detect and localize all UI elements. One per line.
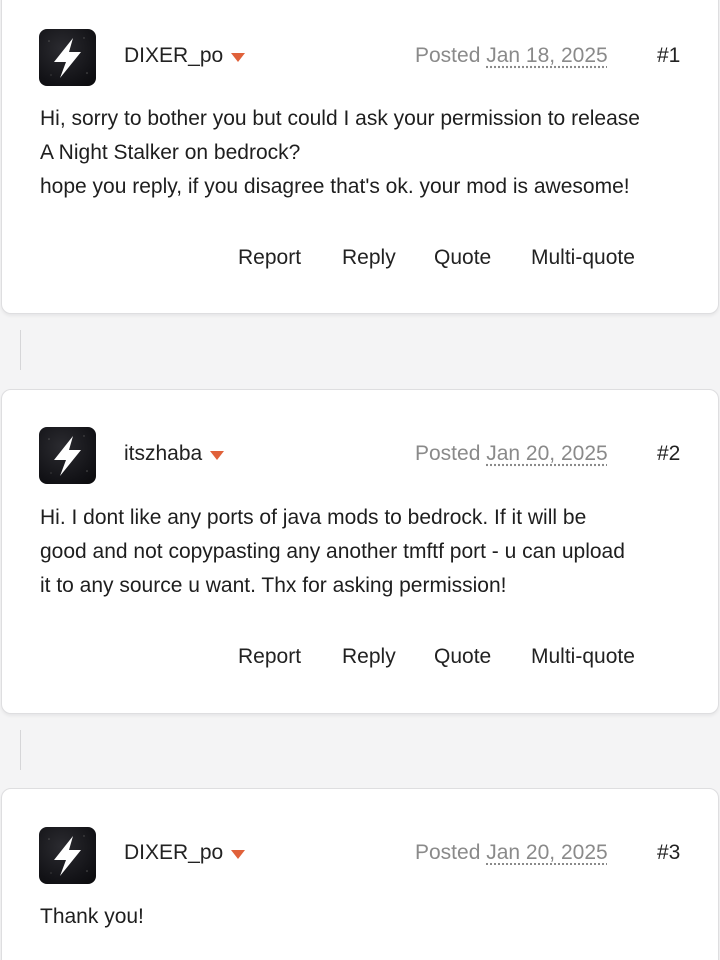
content-line: hope you reply, if you disagree that's o… bbox=[40, 175, 630, 198]
thread-connector bbox=[20, 730, 21, 770]
lightning-bolt-icon bbox=[48, 835, 88, 876]
content-line: Hi. I dont like any ports of java mods t… bbox=[40, 506, 587, 529]
content-line: it to any source u want. Thx for asking … bbox=[40, 574, 507, 597]
content-line: Thank you! bbox=[40, 905, 144, 928]
post-actions: Report Reply Quote Multi-quote bbox=[238, 645, 635, 669]
avatar[interactable] bbox=[39, 427, 96, 484]
post-date: Posted Jan 18, 2025 bbox=[415, 44, 608, 67]
post-number[interactable]: #1 bbox=[657, 44, 680, 68]
post-date: Posted Jan 20, 2025 bbox=[415, 442, 608, 465]
comment-post-1: DIXER_po Posted Jan 18, 2025 #1 Hi, sorr… bbox=[1, 0, 719, 314]
thread-connector bbox=[20, 330, 21, 370]
multi-quote-button[interactable]: Multi-quote bbox=[531, 246, 635, 270]
avatar[interactable] bbox=[39, 827, 96, 884]
lightning-bolt-icon bbox=[48, 435, 88, 476]
chevron-down-icon[interactable] bbox=[231, 52, 246, 62]
author-name[interactable]: itszhaba bbox=[124, 442, 225, 466]
post-number[interactable]: #3 bbox=[657, 841, 680, 865]
quote-button[interactable]: Quote bbox=[434, 645, 531, 669]
chevron-down-icon[interactable] bbox=[231, 849, 246, 859]
reply-button[interactable]: Reply bbox=[342, 645, 434, 669]
post-date: Posted Jan 20, 2025 bbox=[415, 841, 608, 864]
avatar[interactable] bbox=[39, 29, 96, 86]
author-name[interactable]: DIXER_po bbox=[124, 841, 246, 865]
comment-thread: DIXER_po Posted Jan 18, 2025 #1 Hi, sorr… bbox=[0, 0, 720, 960]
comment-post-3: DIXER_po Posted Jan 20, 2025 #3 Thank yo… bbox=[1, 788, 719, 960]
chevron-down-icon[interactable] bbox=[210, 450, 225, 460]
content-line: A Night Stalker on bedrock? bbox=[40, 141, 301, 164]
reply-button[interactable]: Reply bbox=[342, 246, 434, 270]
multi-quote-button[interactable]: Multi-quote bbox=[531, 645, 635, 669]
post-date-link[interactable]: Jan 18, 2025 bbox=[486, 44, 607, 67]
post-content: Thank you! bbox=[40, 900, 700, 934]
lightning-bolt-icon bbox=[48, 37, 88, 78]
post-actions: Report Reply Quote Multi-quote bbox=[238, 246, 635, 270]
post-content: Hi, sorry to bother you but could I ask … bbox=[40, 102, 700, 204]
post-date-link[interactable]: Jan 20, 2025 bbox=[486, 442, 607, 465]
content-line: Hi, sorry to bother you but could I ask … bbox=[40, 107, 640, 130]
report-button[interactable]: Report bbox=[238, 246, 342, 270]
post-number[interactable]: #2 bbox=[657, 442, 680, 466]
author-name[interactable]: DIXER_po bbox=[124, 44, 246, 68]
comment-post-2: itszhaba Posted Jan 20, 2025 #2 Hi. I do… bbox=[1, 389, 719, 714]
content-line: good and not copypasting any another tmf… bbox=[40, 540, 625, 563]
post-date-link[interactable]: Jan 20, 2025 bbox=[486, 841, 607, 864]
quote-button[interactable]: Quote bbox=[434, 246, 531, 270]
report-button[interactable]: Report bbox=[238, 645, 342, 669]
post-content: Hi. I dont like any ports of java mods t… bbox=[40, 501, 700, 603]
